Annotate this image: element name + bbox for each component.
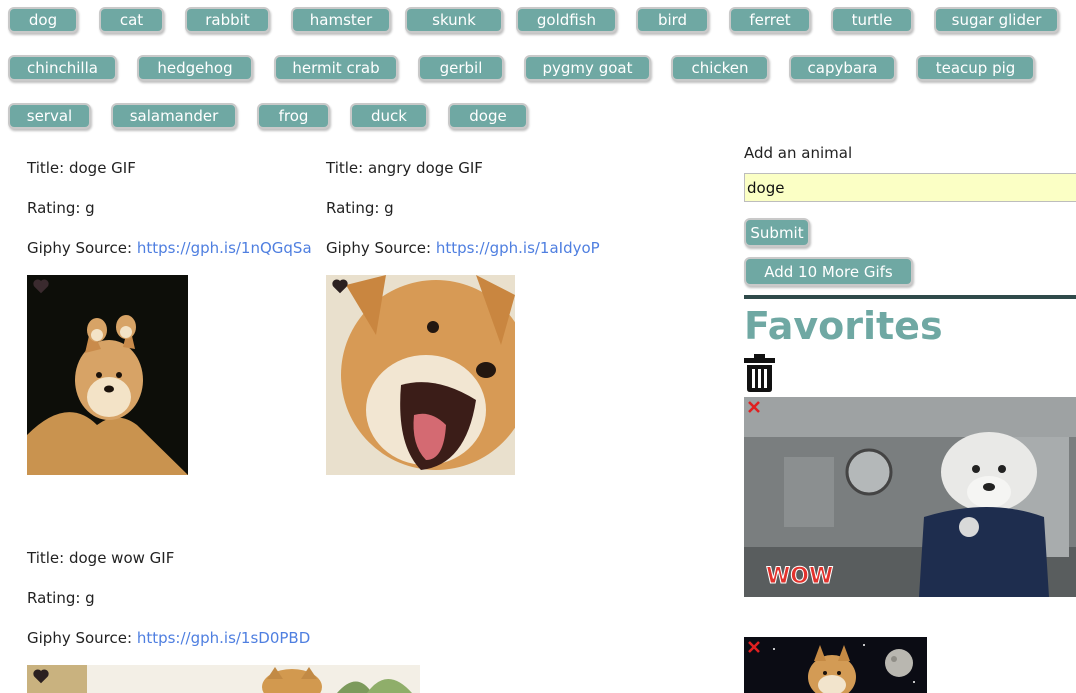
topic-button-frog[interactable]: frog [257,103,330,129]
submit-button[interactable]: Submit [744,218,810,247]
heart-icon[interactable] [32,278,50,294]
gif-rating: Rating: g [27,589,95,607]
topic-button-bird[interactable]: bird [636,7,709,33]
topic-button-goldfish[interactable]: goldfish [516,7,617,33]
gif-source-label: Giphy Source: [27,629,137,647]
topic-button-doge[interactable]: doge [448,103,528,129]
heart-icon[interactable] [32,668,50,684]
gif-rating: Rating: g [326,199,394,217]
space-doge-moon-gif-image [744,637,927,693]
gif-image[interactable] [27,275,188,475]
gif-source: Giphy Source: https://gph.is/1aIdyoP [326,238,600,258]
close-icon[interactable] [748,641,760,653]
gif-title: Title: doge wow GIF [27,549,175,567]
topic-button-sugar-glider[interactable]: sugar glider [934,7,1059,33]
topic-button-chicken[interactable]: chicken [671,55,769,81]
add-more-gifs-button[interactable]: Add 10 More Gifs [744,257,913,286]
topic-button-rabbit[interactable]: rabbit [185,7,270,33]
topic-button-capybara[interactable]: capybara [789,55,896,81]
heart-icon[interactable] [331,278,349,294]
topic-button-skunk[interactable]: skunk [405,7,503,33]
topic-button-dog[interactable]: dog [8,7,78,33]
doge-gif-image [27,275,188,475]
gif-source-label: Giphy Source: [326,239,436,257]
gif-source-link[interactable]: https://gph.is/1nQGqSa [137,239,312,257]
topic-button-pygmy-goat[interactable]: pygmy goat [524,55,651,81]
gif-title: Title: angry doge GIF [326,159,483,177]
topic-button-gerbil[interactable]: gerbil [418,55,504,81]
space-doge-gif-image: WOW [744,397,1076,597]
topic-button-chinchilla[interactable]: chinchilla [8,55,117,81]
topic-button-salamander[interactable]: salamander [111,103,237,129]
topic-button-hedgehog[interactable]: hedgehog [137,55,253,81]
topic-button-teacup-pig[interactable]: teacup pig [916,55,1035,81]
gif-image[interactable] [326,275,515,475]
topic-button-hermit-crab[interactable]: hermit crab [274,55,398,81]
gif-source-link[interactable]: https://gph.is/1aIdyoP [436,239,600,257]
favorites-title: Favorites [744,304,943,348]
gif-source: Giphy Source: https://gph.is/1sD0PBD [27,628,310,648]
gif-source-label: Giphy Source: [27,239,137,257]
doge-wow-gif-image [27,665,420,693]
gif-image[interactable] [27,665,420,693]
angry-doge-gif-image [326,275,515,475]
wow-text: WOW [766,564,833,589]
animal-input[interactable] [744,173,1076,202]
topic-button-duck[interactable]: duck [350,103,428,129]
topic-button-hamster[interactable]: hamster [291,7,391,33]
favorite-gif[interactable]: WOW [744,397,1076,597]
close-icon[interactable] [748,401,760,413]
topic-button-serval[interactable]: serval [8,103,91,129]
gif-rating: Rating: g [27,199,95,217]
topic-button-turtle[interactable]: turtle [831,7,913,33]
favorite-gif[interactable] [744,637,927,693]
topic-button-cat[interactable]: cat [99,7,164,33]
trash-icon[interactable] [744,354,775,392]
gif-title: Title: doge GIF [27,159,136,177]
gif-source-link[interactable]: https://gph.is/1sD0PBD [137,629,310,647]
add-animal-label: Add an animal [744,144,853,162]
gif-source: Giphy Source: https://gph.is/1nQGqSa [27,238,312,258]
divider [744,295,1076,299]
topic-button-ferret[interactable]: ferret [729,7,811,33]
